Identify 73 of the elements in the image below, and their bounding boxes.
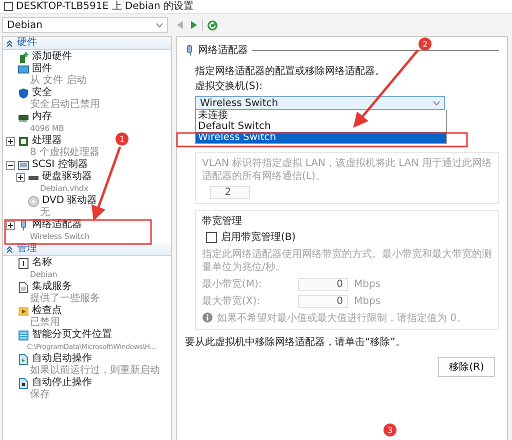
settings-item[interactable]: 处理器 [32,135,62,147]
processor-icon [18,136,29,146]
stop-action-icon [18,378,29,388]
expand-icon[interactable] [6,220,15,230]
item-detail: 保存 [29,389,50,401]
item-detail: 提供了一些服务 [29,293,100,304]
settings-item[interactable]: 固件 [32,63,52,75]
settings-item[interactable]: SCSI 控制器 [32,159,88,171]
document-icon [18,282,29,292]
switch-dropdown[interactable]: Wireless Switch [195,96,445,110]
expand-icon[interactable] [6,136,15,146]
settings-item[interactable]: 智能分页文件位置 [32,329,112,341]
network-adapter-icon [18,220,29,230]
settings-item[interactable]: 硬盘驱动器 [42,171,92,183]
settings-item[interactable]: 自动启动操作 [32,353,92,365]
item-detail: Debian.vhdx [39,183,88,195]
network-adapter-icon [185,44,194,56]
note-text: 如果不希望对最小值或最大值进行限制，请指定值为 0。 [217,312,467,325]
collapse-icon[interactable] [6,160,15,170]
item-detail: 从 文件 启动 [29,75,86,86]
group-title: 网络适配器 [198,44,248,57]
caret-icon [156,22,163,28]
monitor-icon [18,64,29,74]
step-marker: 2 [418,38,432,50]
section-header: 硬件 [17,37,37,49]
settings-item[interactable]: 内存 [32,111,52,123]
settings-item[interactable]: 安全 [32,87,52,99]
description-text: 指定网络适配器的配置或移除网络适配器。 [195,65,386,78]
settings-item[interactable]: 检查点 [32,305,62,317]
window-title: DESKTOP-TLB591E 上 Debian 的设置 [16,0,194,12]
field-label: 最小带宽(M): [202,278,263,291]
settings-item[interactable]: 自动停止操作 [32,377,92,389]
item-detail: 安全启动已禁用 [29,99,100,110]
item-detail: 已禁用 [29,317,60,328]
settings-item[interactable]: 集成服务 [32,281,72,293]
step-marker: 3 [384,424,396,436]
field-label: 虚拟交换机(S): [195,80,264,93]
remove-button[interactable]: 移除(R) [438,357,495,377]
item-detail: 如果以前运行过，则重新启动 [29,365,160,376]
collapse-chevron-icon[interactable] [6,38,13,48]
expand-icon[interactable] [16,172,25,182]
item-detail: 4096 MB [29,123,64,134]
shield-icon [18,88,29,98]
bandwidth-description: 指定此网络适配器使用网络带宽的方式。最小带宽和最大带宽的测量单位为兆位/秒。 [202,248,492,274]
unit-label: Mbps [354,278,381,290]
add-hardware-icon [18,52,29,62]
dropdown-option[interactable]: Default Switch [196,121,446,132]
settings-item[interactable]: DVD 驱动器 [42,195,98,207]
section-title: 带宽管理 [202,215,243,228]
caret-icon [433,100,440,106]
document-icon [18,258,29,268]
refresh-icon[interactable] [207,20,218,30]
collapse-chevron-icon[interactable] [6,244,13,254]
dropdown-option[interactable]: 未连接 [196,110,446,121]
item-detail: Debian [29,269,58,280]
settings-item[interactable]: 名称 [32,257,52,269]
controller-icon [18,160,29,170]
start-action-icon [18,354,29,364]
unit-label: Mbps [354,296,381,306]
settings-item[interactable]: 添加硬件 [32,51,72,63]
info-icon [202,312,213,323]
item-detail: 无 [39,207,50,219]
field-label: 最大带宽(X): [202,294,262,308]
item-detail: Wireless Switch [29,231,90,243]
vm-dropdown[interactable]: Debian [2,17,168,33]
remove-instruction: 要从此虚拟机中移除网络适配器，请单击“移除”。 [185,336,406,349]
checkpoint-icon [18,306,29,316]
step-marker: 1 [116,132,128,146]
forward-icon[interactable] [189,20,198,30]
item-detail: 8 个虚拟处理器 [29,147,100,158]
disc-icon [28,196,39,206]
checkbox-label: 启用带宽管理(B) [221,230,296,244]
vlan-description: VLAN 标识符指定虚拟 LAN，该虚拟机将此 LAN 用于通过此网络适配器的所有网络通信(L)。 [202,157,492,183]
